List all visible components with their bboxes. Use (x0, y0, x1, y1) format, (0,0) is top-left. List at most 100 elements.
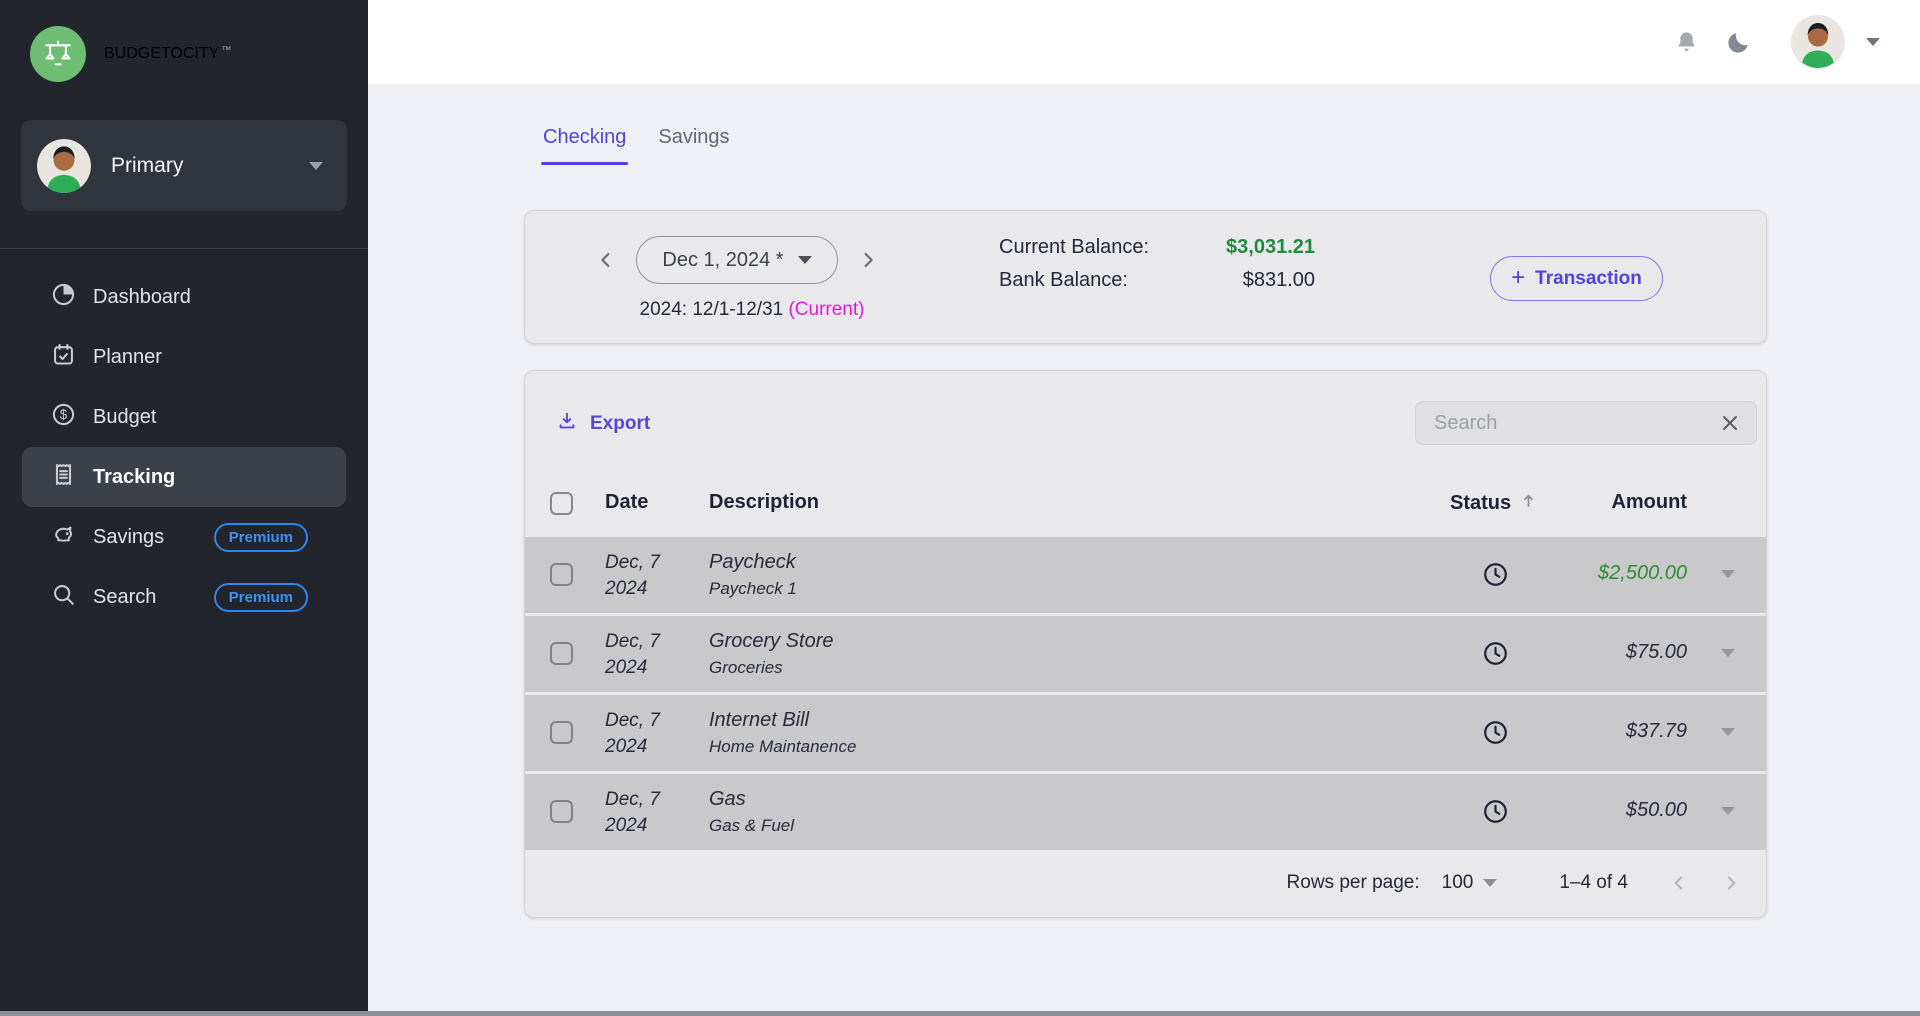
row-expand-caret[interactable] (1721, 728, 1735, 736)
account-selector[interactable]: Primary (21, 120, 347, 211)
column-header-amount[interactable]: Amount (1596, 491, 1687, 514)
column-header-date: Date (605, 491, 648, 514)
svg-text:$: $ (60, 407, 68, 422)
row-date: Dec, 72024 (605, 708, 660, 760)
row-amount: $37.79 (1527, 720, 1687, 743)
transactions-card: Export Date Description Status Amount (524, 370, 1767, 918)
clock-icon[interactable] (1481, 560, 1511, 590)
bank-balance-value: $831.00 (1159, 269, 1315, 292)
current-balance-label: Current Balance: (999, 236, 1159, 259)
trademark: ™ (221, 45, 231, 56)
row-amount: $50.00 (1527, 799, 1687, 822)
balances: Current Balance: $3,031.21 Bank Balance:… (999, 231, 1315, 297)
window-bottom-edge (0, 1011, 1920, 1016)
add-transaction-button[interactable]: + Transaction (1490, 256, 1663, 301)
chevron-down-icon (798, 256, 812, 264)
chevron-right-icon[interactable] (853, 236, 883, 284)
period-balance-card: Dec 1, 2024 * 2024: 12/1-12/31 (Current)… (524, 210, 1767, 344)
download-icon (556, 410, 578, 438)
sidebar-item-dashboard[interactable]: Dashboard (22, 267, 346, 327)
clock-icon[interactable] (1481, 639, 1511, 669)
rows-per-page-select[interactable]: 100 (1442, 872, 1498, 894)
date-select-button[interactable]: Dec 1, 2024 * (636, 236, 838, 284)
select-all-checkbox[interactable] (550, 492, 573, 515)
export-button[interactable]: Export (546, 404, 660, 444)
bell-icon[interactable] (1664, 20, 1708, 64)
sidebar-item-planner[interactable]: Planner (22, 327, 346, 387)
row-date: Dec, 72024 (605, 629, 660, 681)
row-date: Dec, 72024 (605, 787, 660, 839)
sidebar: BUDGETOCITY™ Primary (0, 0, 368, 1011)
row-amount: $75.00 (1527, 641, 1687, 664)
row-description: Gas Gas & Fuel (709, 785, 794, 838)
sidebar-divider (0, 248, 368, 249)
sidebar-item-tracking[interactable]: Tracking (22, 447, 346, 507)
search-box (1415, 401, 1757, 445)
table-header: Date Description Status Amount (525, 481, 1766, 531)
chevron-left-icon[interactable] (1664, 868, 1694, 898)
column-header-status[interactable]: Status (1450, 491, 1538, 516)
chevron-down-icon (1483, 879, 1497, 887)
transaction-row[interactable]: Dec, 72024 Gas Gas & Fuel $50.00 (525, 774, 1766, 850)
clock-icon[interactable] (1481, 718, 1511, 748)
clock-icon[interactable] (1481, 797, 1511, 827)
row-description: Internet Bill Home Maintanence (709, 706, 856, 759)
row-checkbox[interactable] (550, 800, 573, 823)
clear-icon[interactable] (1718, 411, 1742, 435)
chevron-left-icon[interactable] (591, 236, 621, 284)
rows-per-page-label: Rows per page: (1287, 872, 1420, 894)
row-expand-caret[interactable] (1721, 570, 1735, 578)
tab-savings[interactable]: Savings (658, 126, 729, 165)
sidebar-item-budget[interactable]: $ Budget (22, 387, 346, 447)
row-description: Grocery Store Groceries (709, 627, 833, 680)
piggy-bank-icon (50, 521, 77, 553)
current-balance-value: $3,031.21 (1159, 236, 1315, 259)
balance-scale-icon (30, 26, 86, 82)
chevron-right-icon[interactable] (1716, 868, 1746, 898)
sidebar-item-savings[interactable]: Savings Premium (22, 507, 346, 567)
calendar-icon (50, 341, 77, 373)
row-expand-caret[interactable] (1721, 807, 1735, 815)
period-navigator: Dec 1, 2024 * (591, 236, 883, 284)
dollar-circle-icon: $ (50, 401, 77, 433)
row-checkbox[interactable] (550, 642, 573, 665)
search-input[interactable] (1434, 412, 1718, 435)
brand-logo: BUDGETOCITY™ (0, 0, 368, 106)
transaction-row[interactable]: Dec, 72024 Internet Bill Home Maintanenc… (525, 695, 1766, 771)
account-tabs: Checking Savings (543, 126, 730, 165)
selected-date: Dec 1, 2024 * (662, 249, 783, 272)
bank-balance-label: Bank Balance: (999, 269, 1159, 292)
sort-asc-icon (1519, 491, 1538, 516)
table-body: Dec, 72024 Paycheck Paycheck 1 $2,500.00… (525, 537, 1766, 853)
row-amount: $2,500.00 (1527, 562, 1687, 585)
chevron-down-icon[interactable] (1866, 38, 1880, 46)
transaction-row[interactable]: Dec, 72024 Grocery Store Groceries $75.0… (525, 616, 1766, 692)
plus-icon: + (1511, 266, 1525, 290)
column-header-description: Description (709, 491, 819, 514)
avatar[interactable] (1792, 16, 1844, 68)
sidebar-nav: Dashboard Planner $ Budget (0, 267, 368, 627)
premium-badge: Premium (214, 523, 308, 552)
pie-chart-icon (50, 281, 77, 313)
tab-checking[interactable]: Checking (543, 126, 626, 165)
row-checkbox[interactable] (550, 563, 573, 586)
row-checkbox[interactable] (550, 721, 573, 744)
period-range: 2024: 12/1-12/31 (Current) (591, 299, 913, 321)
sidebar-item-search[interactable]: Search Premium (22, 567, 346, 627)
account-label: Primary (111, 154, 183, 178)
row-expand-caret[interactable] (1721, 649, 1735, 657)
chevron-down-icon (309, 162, 323, 170)
current-flag: (Current) (788, 299, 864, 320)
topbar (368, 0, 1920, 84)
transaction-row[interactable]: Dec, 72024 Paycheck Paycheck 1 $2,500.00 (525, 537, 1766, 613)
pagination-nav (1664, 868, 1746, 898)
main-content: Checking Savings Dec 1, 2024 * 2024: 12/… (368, 84, 1920, 1011)
pagination-range: 1–4 of 4 (1559, 872, 1628, 894)
premium-badge: Premium (214, 583, 308, 612)
row-date: Dec, 72024 (605, 550, 660, 602)
avatar (37, 139, 91, 193)
moon-icon[interactable] (1708, 20, 1752, 64)
search-icon (50, 581, 77, 613)
table-footer: Rows per page: 100 1–4 of 4 (525, 848, 1766, 917)
row-description: Paycheck Paycheck 1 (709, 548, 797, 601)
